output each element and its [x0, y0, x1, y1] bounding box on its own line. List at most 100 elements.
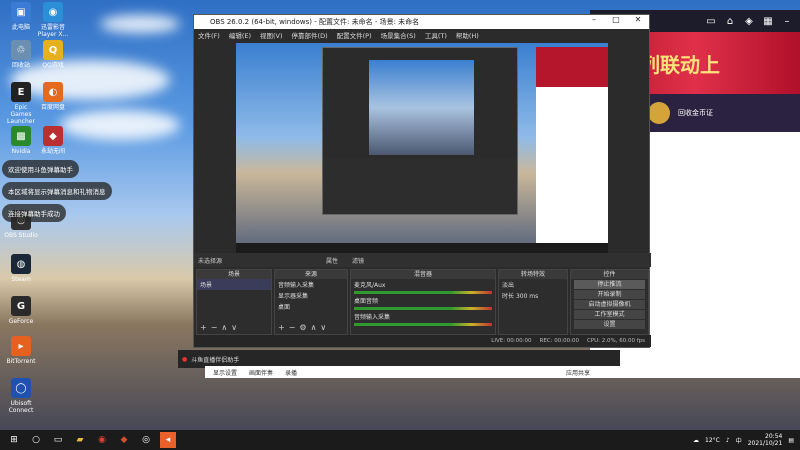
nested-taskbar [236, 243, 608, 253]
video-icon[interactable]: ▭ [704, 16, 718, 27]
desktop-icon-label: Ubisoft Connect [8, 400, 34, 414]
desktop-icon-label: 回收站 [11, 62, 30, 69]
menu-item[interactable]: 文件(F) [198, 30, 220, 40]
source-item[interactable]: 音频输入采集 [275, 279, 347, 290]
start-recording-button[interactable]: 开始录制 [574, 290, 645, 299]
share-button[interactable]: 应用共享 [566, 368, 590, 377]
desktop-icon[interactable]: ◉ 迅雷影音 Player X... [36, 2, 70, 38]
minimize-icon[interactable]: – [583, 15, 605, 24]
app-icon: G [11, 296, 31, 316]
duration-field[interactable]: 时长 300 ms [499, 290, 567, 301]
desktop-icon[interactable]: ◐ 百度网盘 [36, 82, 70, 111]
explorer-icon[interactable]: ▰ [72, 432, 88, 448]
transitions-dock: 转场特效 淡出 时长 300 ms [498, 269, 568, 335]
dock-header: 来源 [275, 270, 347, 279]
desktop-icon[interactable]: Q QQ游戏 [36, 40, 70, 69]
scenes-dock: 场景 场景 +−∧∨ [196, 269, 272, 335]
desktop-icon[interactable]: ▣ 此电脑 [4, 2, 38, 31]
desktop-icon[interactable]: G GeForce [4, 296, 38, 325]
filters-button[interactable]: 滤镜 [352, 256, 364, 265]
danmu-notification: 本区域将显示弹幕消息和礼物消息 [2, 182, 112, 200]
tool-item[interactable]: 画面伴奏 [249, 368, 273, 377]
system-tray: ☁ 12°C ♪ 中 20:54 2021/10/21 ▤ [693, 430, 794, 450]
game-icon[interactable]: ◆ [116, 432, 132, 448]
app-icon: ▸ [11, 336, 31, 356]
menu-item[interactable]: 配置文件(P) [337, 30, 372, 40]
desktop-icon[interactable]: ◯ Ubisoft Connect [4, 378, 38, 414]
scene-item[interactable]: 场景 [197, 279, 271, 290]
notification-icon[interactable]: ▤ [788, 437, 794, 444]
time: 20:54 [765, 433, 783, 440]
home-icon[interactable]: ⌂ [723, 16, 737, 27]
gamepad-icon[interactable]: ◈ [742, 16, 756, 27]
scene-controls[interactable]: +−∧∨ [200, 323, 241, 332]
sources-dock: 来源 音频输入采集 显示器采集 桌面 +−⚙∧∨ [274, 269, 348, 335]
maximize-icon[interactable]: □ [605, 15, 627, 24]
weather-text: 12°C [705, 436, 720, 444]
source-item[interactable]: 桌面 [275, 301, 347, 312]
search-icon[interactable]: ○ [28, 432, 44, 448]
menu-item[interactable]: 停靠部件(D) [292, 30, 328, 40]
volume-icon[interactable]: ♪ [726, 437, 730, 444]
virtual-camera-button[interactable]: 启动虚拟摄像机 [574, 300, 645, 309]
record-dot-icon: ● [182, 355, 188, 363]
tool-item[interactable]: 录播 [285, 368, 297, 377]
desktop-icon[interactable]: E Epic Games Launcher [4, 82, 38, 125]
menu-item[interactable]: 视图(V) [260, 30, 283, 40]
mixer-channel-name: 桌面音频 [354, 298, 379, 305]
transition-select[interactable]: 淡出 [499, 279, 567, 290]
obs-icon[interactable]: ◎ [138, 432, 154, 448]
dock-header: 场景 [197, 270, 271, 279]
studio-mode-button[interactable]: 工作室模式 [574, 310, 645, 319]
coin-icon [648, 102, 670, 124]
menu-item[interactable]: 场景集合(S) [381, 30, 416, 40]
app-icon: ◉ [43, 2, 63, 22]
desktop-icon[interactable]: ◍ Steam [4, 254, 38, 283]
menu-item[interactable]: 工具(T) [425, 30, 447, 40]
desktop-icon[interactable]: ▩ Nvidia [4, 126, 38, 155]
desktop-icon-label: BitTorrent [6, 358, 36, 365]
obs-docks: 场景 场景 +−∧∨ 来源 音频输入采集 显示器采集 桌面 +−⚙∧∨ 混音器 … [194, 269, 651, 335]
desktop-icon[interactable]: ♲ 回收站 [4, 40, 38, 69]
weather-icon[interactable]: ☁ [693, 437, 699, 444]
nested-preview [369, 60, 474, 155]
app-icon: ◐ [43, 82, 63, 102]
date: 2021/10/21 [747, 440, 783, 447]
properties-button[interactable]: 属性 [326, 256, 338, 265]
nested-banner [536, 47, 608, 87]
obs-titlebar: OBS 26.0.2 (64-bit, windows) - 配置文件: 未命名… [194, 15, 649, 29]
desktop-icon-label: GeForce [8, 318, 34, 325]
app-icon: ◯ [11, 378, 31, 398]
taskbar: ⊞ ○ ▭ ▰ ◉ ◆ ◎ ◂ ☁ 12°C ♪ 中 20:54 2021/10… [0, 430, 800, 450]
stream-preview[interactable] [236, 43, 608, 253]
volume-meter[interactable] [354, 307, 492, 310]
volume-meter[interactable] [354, 291, 492, 294]
promo-text: 回收金币证 [678, 109, 713, 117]
menu-item[interactable]: 帮助(H) [456, 30, 479, 40]
source-toolbar: 未选择源 属性 滤镜 [194, 253, 651, 267]
clock[interactable]: 20:54 2021/10/21 [748, 433, 783, 447]
volume-meter[interactable] [354, 323, 492, 326]
source-item[interactable]: 显示器采集 [275, 290, 347, 301]
desktop-icon[interactable]: ▸ BitTorrent [4, 336, 38, 365]
stop-stream-button[interactable]: 停止推流 [574, 280, 645, 289]
source-controls[interactable]: +−⚙∧∨ [278, 323, 330, 332]
close-icon[interactable]: ✕ [627, 15, 649, 24]
desktop-icon-label: 百度网盘 [40, 104, 65, 111]
desktop-icon[interactable]: ◆ 永劫无间 [36, 126, 70, 155]
tool-item[interactable]: 显示设置 [213, 368, 237, 377]
settings-button[interactable]: 设置 [574, 320, 645, 329]
nested-obs-window [322, 47, 518, 215]
controls-dock: 控件 停止推流 开始录制 启动虚拟摄像机 工作室模式 设置 [570, 269, 649, 335]
menu-item[interactable]: 编辑(E) [229, 30, 251, 40]
grid-icon[interactable]: ▦ [761, 16, 775, 27]
task-view-icon[interactable]: ▭ [50, 432, 66, 448]
windows-start-icon[interactable]: ⊞ [6, 432, 22, 448]
assistant-title: 斗鱼直播伴侣助手 [191, 356, 240, 364]
desktop-icon-label: QQ游戏 [42, 62, 64, 69]
language-indicator[interactable]: 中 [736, 436, 742, 445]
desktop-icon-label: 迅雷影音 Player X... [37, 24, 69, 38]
minimize-icon[interactable]: – [780, 16, 794, 27]
browser-icon[interactable]: ◉ [94, 432, 110, 448]
douyu-icon[interactable]: ◂ [160, 432, 176, 448]
